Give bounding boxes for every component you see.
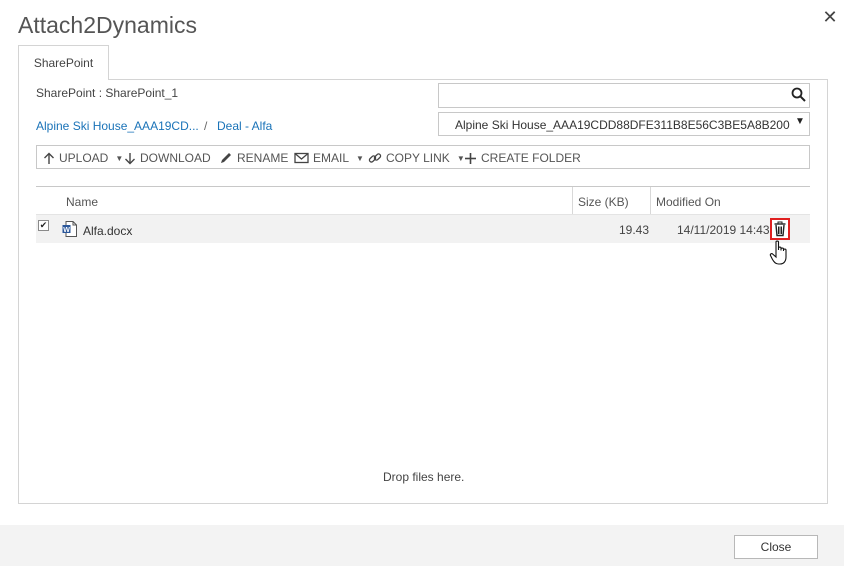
rename-label: RENAME [237,151,289,165]
dialog-title: Attach2Dynamics [18,12,197,38]
upload-label: UPLOAD [59,151,109,165]
folder-select-value: Alpine Ski House_AAA19CDD88DFE311B8E56C3… [455,118,790,132]
file-modified-date: 14/11/2019 14:43 [677,223,770,237]
grid-divider [36,186,810,187]
arrow-down-icon [125,152,135,164]
download-button[interactable]: DOWNLOAD [124,151,211,165]
row-checkbox[interactable]: ✔ [38,220,49,231]
close-icon[interactable]: ✕ [820,7,840,27]
breadcrumb-item-account[interactable]: Alpine Ski House_AAA19CD... [36,119,199,133]
caret-down-icon: ▼ [115,153,124,163]
site-label: SharePoint : SharePoint_1 [36,86,179,100]
column-header-modified[interactable]: Modified On [656,195,721,209]
close-button[interactable]: Close [734,535,818,559]
rename-button[interactable]: RENAME [219,151,288,165]
word-document-icon: W [62,221,78,237]
sharepoint-panel [18,79,828,504]
trash-icon [774,221,786,237]
email-label: EMAIL [313,151,350,165]
caret-down-icon: ▼ [356,153,364,163]
column-header-size[interactable]: Size (KB) [578,195,629,209]
email-button[interactable]: EMAIL ▼ [294,151,364,165]
chevron-down-icon[interactable]: ▼ [795,116,805,127]
drop-zone-text[interactable]: Drop files here. [383,470,464,484]
dialog-footer [0,525,844,566]
link-icon [368,153,382,163]
plus-icon [465,152,476,164]
svg-text:W: W [63,227,70,234]
search-icon[interactable] [790,86,808,104]
hand-pointer-icon [769,240,791,266]
envelope-icon [294,152,309,164]
create-folder-label: CREATE FOLDER [481,151,581,165]
copy-link-label: COPY LINK [386,151,450,165]
breadcrumb-separator: / [204,119,208,133]
download-label: DOWNLOAD [140,151,211,165]
column-divider [650,187,651,214]
tab-sharepoint[interactable]: SharePoint [18,45,109,80]
column-divider [572,187,573,214]
arrow-up-icon [44,152,54,164]
upload-button[interactable]: UPLOAD ▼ [43,151,123,165]
copy-link-button[interactable]: COPY LINK ▼ [368,151,465,165]
search-input[interactable] [438,83,810,108]
column-header-name[interactable]: Name [66,195,98,209]
create-folder-button[interactable]: CREATE FOLDER [464,151,581,165]
breadcrumb-item-deal[interactable]: Deal - Alfa [217,119,272,133]
file-name-link[interactable]: Alfa.docx [83,224,132,238]
file-size: 19.43 [619,223,650,237]
delete-button[interactable] [770,218,790,240]
pencil-icon [221,152,231,163]
